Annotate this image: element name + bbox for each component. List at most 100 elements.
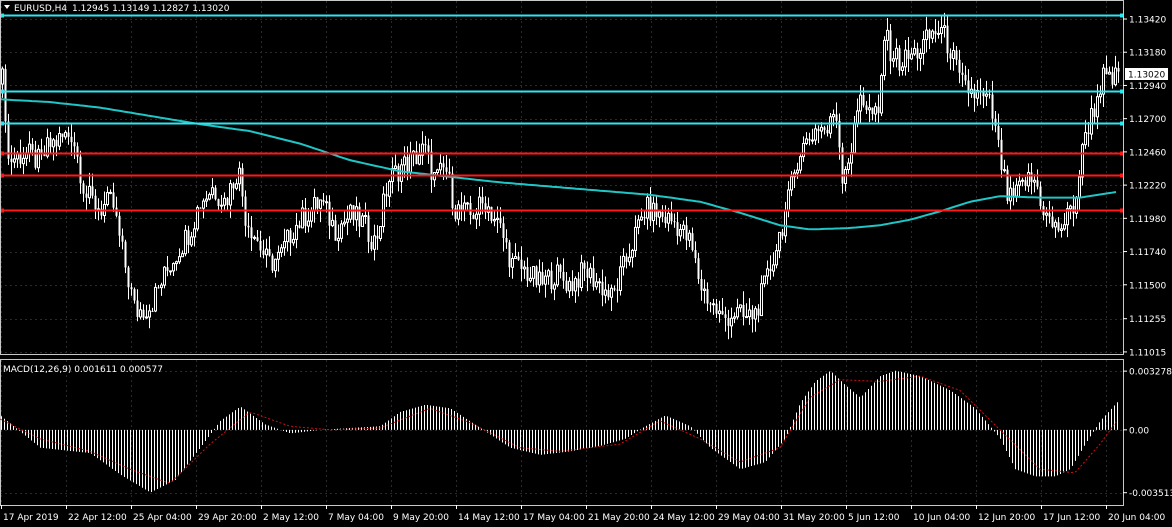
trading-chart[interactable]: 1.13420 1.13180 1.12940 1.12700 1.12460 1.122… [0,0,1172,527]
candle-body-bull [763,275,766,285]
candle-body-bear [1111,72,1114,85]
candle-body-bull [331,219,334,227]
time-tick-label: 24 May 12:00 [653,513,715,523]
current-price-label: 1.13020 [1128,71,1165,81]
candle-body-bull [211,187,214,196]
candle-body-bear [4,68,7,122]
candle-body-bull [844,168,847,185]
candle-body-bear [724,314,727,319]
candle-body-bull [154,286,157,312]
candle-body-bull [1069,205,1072,210]
candle-body-bull [940,26,943,34]
candle-body-bear [565,280,568,291]
candle-body-bear [613,288,616,290]
candle-body-bull [682,224,685,230]
time-tick-label: 29 Apr 20:00 [198,513,257,523]
candle-body-bear [151,310,154,312]
candle-body-bull [496,217,499,221]
candle-body-bull [730,317,733,327]
candle-body-bear [808,138,811,141]
candle-body-bear [871,107,874,115]
candle-body-bull [604,289,607,296]
candle-body-bull [760,283,763,317]
candle-body-bear [955,50,958,60]
candle-body-bull [523,266,526,270]
candle-body-bull [1003,169,1006,172]
candle-body-bear [517,256,520,260]
candle-body-bull [589,267,592,279]
candle-body-bull [292,238,295,244]
candle-body-bear [559,265,562,272]
candle-body-bear [130,287,133,290]
time-tick-label: 17 May 04:00 [523,513,585,523]
candle-body-bull [235,183,238,189]
candle-body-bull [703,288,706,291]
candle-body-bear [928,30,931,39]
candle-body-bull [901,66,904,71]
candle-body-bull [1033,179,1036,183]
candle-body-bull [394,165,397,170]
candle-body-bear [250,227,253,239]
candle-body-bear [1087,132,1090,135]
candle-body-bull [172,263,175,272]
candle-body-bull [538,271,541,286]
candle-body-bull [637,219,640,228]
candle-body-bear [397,166,400,182]
candle-body-bear [448,171,451,174]
candle-body-bear [835,114,838,121]
candle-body-bear [592,268,595,287]
candle-body-bull [892,58,895,62]
candle-body-bear [217,199,220,207]
candle-body-bull [22,157,25,165]
candle-body-bull [1099,93,1102,98]
candle-body-bear [577,278,580,288]
candle-body-bull [1009,187,1012,202]
candle-body-bull [1090,108,1093,135]
candle-body-bull [634,226,637,251]
candle-body-bear [781,232,784,236]
candle-body-bull [856,110,859,124]
candle-body-bull [400,164,403,182]
candle-body-bear [76,146,79,157]
candle-body-bear [1012,188,1015,196]
candle-body-bull [178,256,181,263]
candle-body-bear [328,201,331,226]
candle-body-bear [562,271,565,281]
candle-body-bear [1057,222,1060,231]
candle-body-bear [670,213,673,222]
candle-body-bear [520,259,523,269]
time-tick-label: 14 May 12:00 [458,513,520,523]
candle-body-bull [1060,228,1063,231]
candle-body-bull [37,148,40,169]
candle-body-bull [1054,221,1057,228]
price-tick-label: 1.12460 [1129,148,1166,158]
candle-body-bear [187,230,190,245]
candle-body-bear [136,300,139,317]
candle-body-bull [568,280,571,292]
candle-body-bull [895,47,898,60]
candle-body-bear [508,242,511,268]
candle-body-bull [514,256,517,259]
candle-body-bull [193,228,196,238]
candle-body-bull [1108,71,1111,75]
candle-body-bull [679,228,682,237]
candle-body-bear [697,258,700,280]
candle-body-bear [676,222,679,236]
candle-body-bull [340,223,343,239]
candle-body-bear [826,129,829,134]
candle-body-bear [601,281,604,296]
candle-body-bull [1018,180,1021,186]
candle-body-bull [712,303,715,306]
candle-body-bear [769,268,772,272]
candle-body-bull [343,221,346,225]
candle-body-bull [787,189,790,211]
candle-body-bull [229,183,232,206]
candle-body-bull [160,284,163,289]
candle-body-bear [583,262,586,269]
candle-body-bull [88,185,91,199]
candle-body-bull [733,316,736,319]
time-tick-label: 31 May 20:00 [783,513,845,523]
candle-body-bull [478,196,481,215]
candle-body-bear [991,94,994,119]
candle-body-bull [436,169,439,174]
